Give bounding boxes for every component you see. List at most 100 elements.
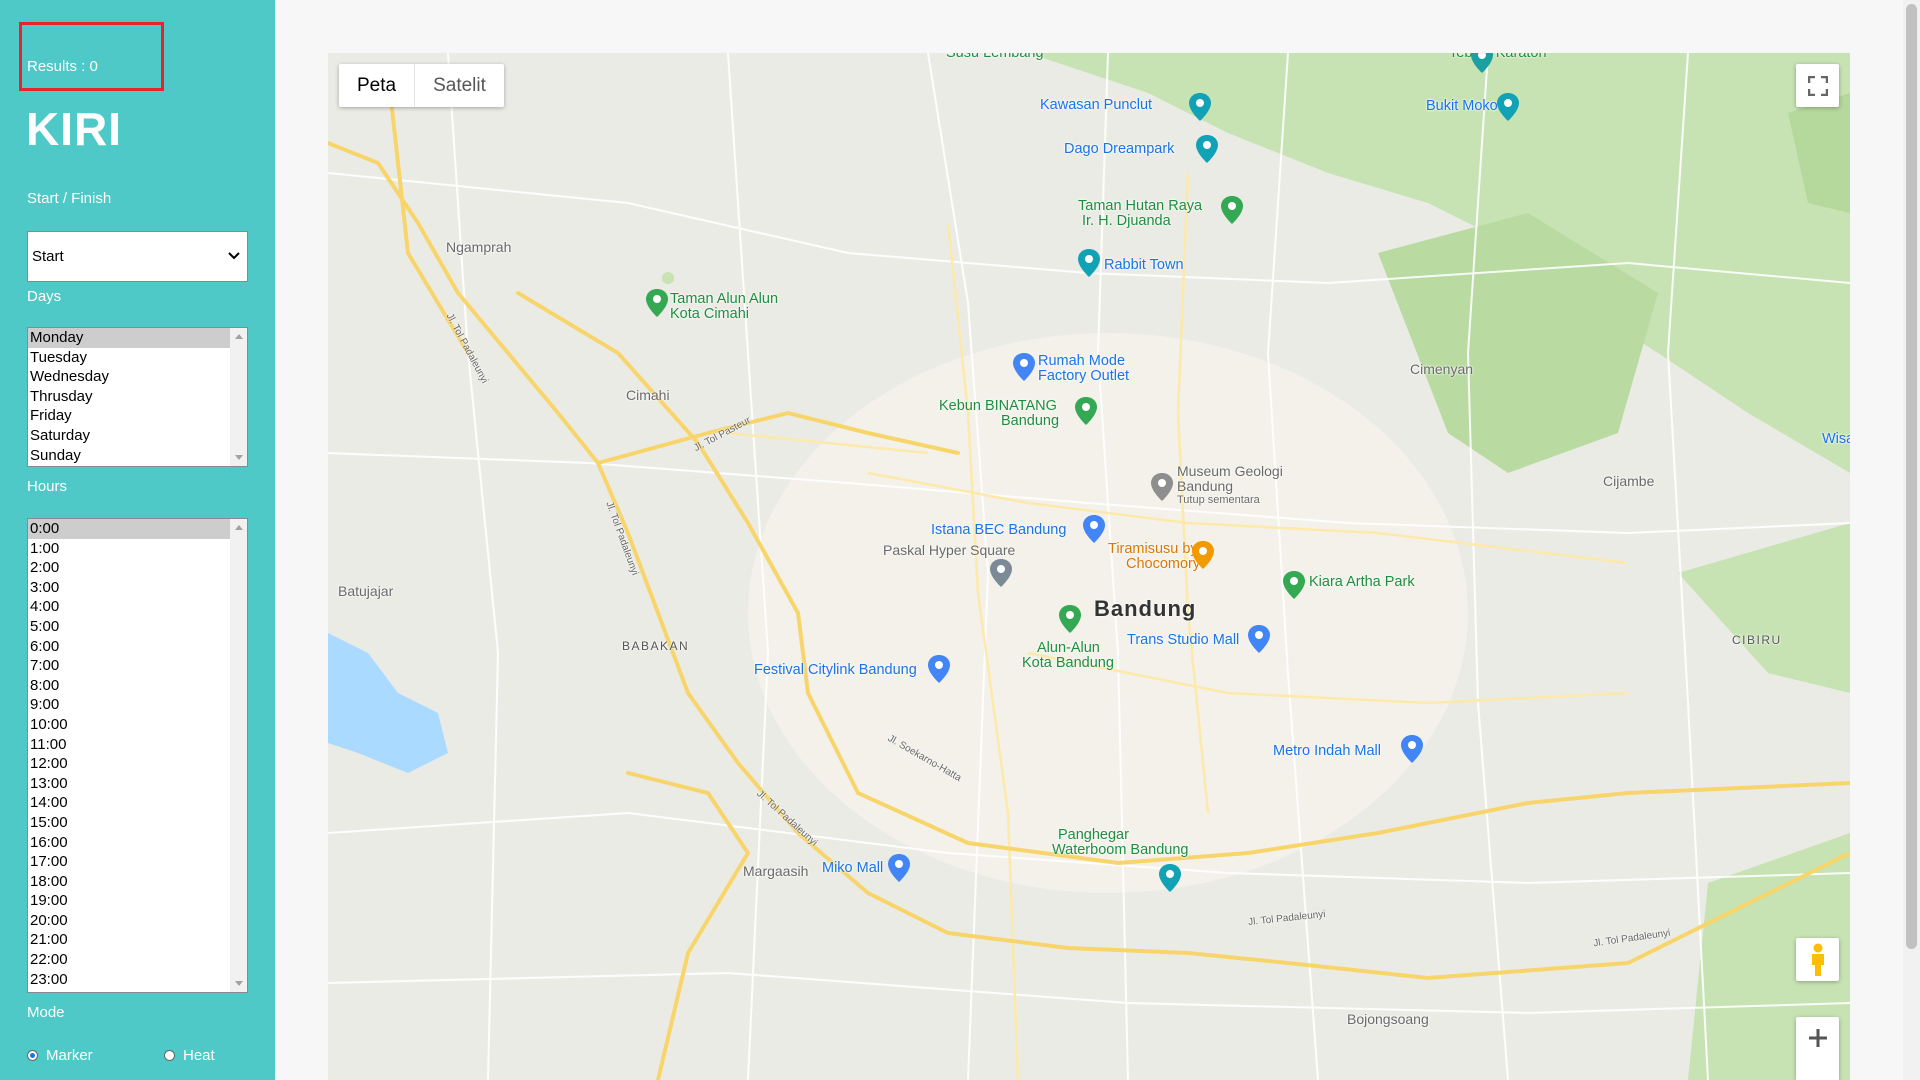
attraction-pin-icon[interactable] [1078,249,1100,277]
map-canvas[interactable]: Susu Lembang Tebing Karaton Kawasan Punc… [328,53,1850,1080]
day-option[interactable]: Friday [28,406,230,426]
map-label-kebun-binatang[interactable]: Kebun BINATANG [939,398,1057,414]
hours-scrollbar[interactable] [230,519,247,992]
attraction-pin-icon[interactable] [1497,93,1519,121]
zoom-in-icon[interactable] [1807,1027,1829,1049]
hour-option[interactable]: 0:00 [28,519,230,539]
park-pin-icon[interactable] [1075,397,1097,425]
mode-marker-option[interactable]: Marker [27,1047,93,1064]
start-finish-select[interactable]: Start [27,231,248,282]
museum-pin-icon[interactable] [1151,473,1173,501]
results-count: Results : 0 [27,58,98,75]
mode-heat-option[interactable]: Heat [164,1047,215,1064]
shopping-pin-icon[interactable] [1083,515,1105,543]
hour-option[interactable]: 19:00 [28,891,230,911]
hour-option[interactable]: 3:00 [28,578,230,598]
shopping-pin-icon[interactable] [1248,625,1270,653]
hour-option[interactable]: 9:00 [28,695,230,715]
mode-marker-radio[interactable] [27,1050,38,1061]
day-option[interactable]: Monday [28,328,230,348]
map-label-tiramisusu[interactable]: Tiramisusu by [1108,541,1198,557]
page-scrollbar-thumb[interactable] [1906,4,1917,949]
map-label-bukit-moko[interactable]: Bukit Moko [1426,98,1498,114]
map-label-dago-dreampark[interactable]: Dago Dreampark [1064,141,1174,157]
map-label-tiramisusu-2: Chocomory [1126,556,1201,572]
days-listbox[interactable]: Monday Tuesday Wednesday Thrusday Friday Satu… [27,327,248,467]
hour-option[interactable]: 22:00 [28,950,230,970]
hour-option[interactable]: 11:00 [28,735,230,755]
attraction-pin-icon[interactable] [1196,135,1218,163]
day-option[interactable]: Tuesday [28,348,230,368]
hour-option[interactable]: 13:00 [28,774,230,794]
shopping-pin-icon[interactable] [1013,353,1035,381]
map-label-taman-alun-cimahi[interactable]: Taman Alun Alun [670,291,778,307]
hour-option[interactable]: 18:00 [28,872,230,892]
mode-marker-label: Marker [46,1047,93,1064]
hour-option[interactable]: 23:00 [28,970,230,990]
park-pin-icon[interactable] [646,289,668,317]
hour-option[interactable]: 7:00 [28,656,230,676]
map-label-kiara-artha[interactable]: Kiara Artha Park [1309,574,1415,590]
shopping-pin-icon[interactable] [1401,735,1423,763]
map-type-peta-button[interactable]: Peta [339,64,416,107]
park-pin-icon[interactable] [1221,196,1243,224]
hour-option[interactable]: 16:00 [28,833,230,853]
mode-label: Mode [27,1004,65,1021]
map-type-satelit-button[interactable]: Satelit [415,64,504,107]
map-label-taman-alun-cimahi-2: Kota Cimahi [670,306,749,322]
place-pin-icon[interactable] [990,559,1012,587]
map-label-rabbit-town[interactable]: Rabbit Town [1104,257,1184,273]
day-option[interactable]: Saturday [28,426,230,446]
map-label-panghegar[interactable]: Panghegar [1058,827,1129,843]
start-finish-value: Start [32,248,64,265]
hour-option[interactable]: 20:00 [28,911,230,931]
map-label-taman-hutan[interactable]: Taman Hutan Raya [1078,198,1202,214]
shopping-pin-icon[interactable] [888,854,910,882]
map-label-miko-mall[interactable]: Miko Mall [822,860,883,876]
park-pin-icon[interactable] [1471,53,1493,73]
hour-option[interactable]: 21:00 [28,930,230,950]
day-option[interactable]: Sunday [28,446,230,466]
hour-option[interactable]: 17:00 [28,852,230,872]
hour-option[interactable]: 15:00 [28,813,230,833]
map-label-rumah-mode-2: Factory Outlet [1038,368,1130,384]
map-label-paskal[interactable]: Paskal Hyper Square [883,542,1015,558]
park-pin-icon[interactable] [1283,571,1305,599]
attraction-pin-icon[interactable] [1159,864,1181,892]
sidebar: Results : 0 KIRI Start / Finish Start Da… [0,0,275,1080]
map-label-panghegar-2: Waterboom Bandung [1052,842,1189,858]
map-label-istana-bec[interactable]: Istana BEC Bandung [931,522,1066,538]
map-label-kawasan-punclut[interactable]: Kawasan Punclut [1040,97,1152,113]
hours-listbox[interactable]: 0:00 1:00 2:00 3:00 4:00 5:00 6:00 7:00 8:00 9:00… [27,518,248,993]
shopping-pin-icon[interactable] [928,655,950,683]
map-label-alun-alun[interactable]: Alun-Alun [1037,640,1100,656]
map-label-metro-indah[interactable]: Metro Indah Mall [1273,743,1381,759]
fullscreen-button[interactable] [1796,64,1839,107]
attraction-pin-icon[interactable] [1189,93,1211,121]
day-option[interactable]: Wednesday [28,367,230,387]
street-view-button[interactable] [1796,938,1839,981]
hour-option[interactable]: 4:00 [28,597,230,617]
hour-option[interactable]: 10:00 [28,715,230,735]
map-label-museum-geologi[interactable]: Museum Geologi [1177,463,1283,479]
zoom-control [1796,1017,1839,1080]
hour-option[interactable]: 1:00 [28,539,230,559]
hour-option[interactable]: 14:00 [28,793,230,813]
days-scrollbar[interactable] [230,328,247,466]
hour-option[interactable]: 8:00 [28,676,230,696]
park-pin-icon[interactable] [1059,605,1081,633]
hour-option[interactable]: 5:00 [28,617,230,637]
map-label-rumah-mode[interactable]: Rumah Mode [1038,353,1125,369]
page-scrollbar[interactable] [1903,0,1920,1080]
map-label-tebing-karaton[interactable]: Tebing Karaton [1449,53,1547,61]
map-label-wisa[interactable]: Wisa [1822,431,1850,447]
map-label-trans-studio[interactable]: Trans Studio Mall [1127,632,1239,648]
map-label-susu-lembang[interactable]: Susu Lembang [946,53,1044,61]
hour-option[interactable]: 2:00 [28,558,230,578]
map-label-festival-citylink[interactable]: Festival Citylink Bandung [754,662,917,678]
hour-option[interactable]: 6:00 [28,637,230,657]
day-option[interactable]: Thrusday [28,387,230,407]
hour-option[interactable]: 12:00 [28,754,230,774]
mode-heat-radio[interactable] [164,1050,175,1061]
food-pin-icon[interactable] [1192,541,1214,569]
